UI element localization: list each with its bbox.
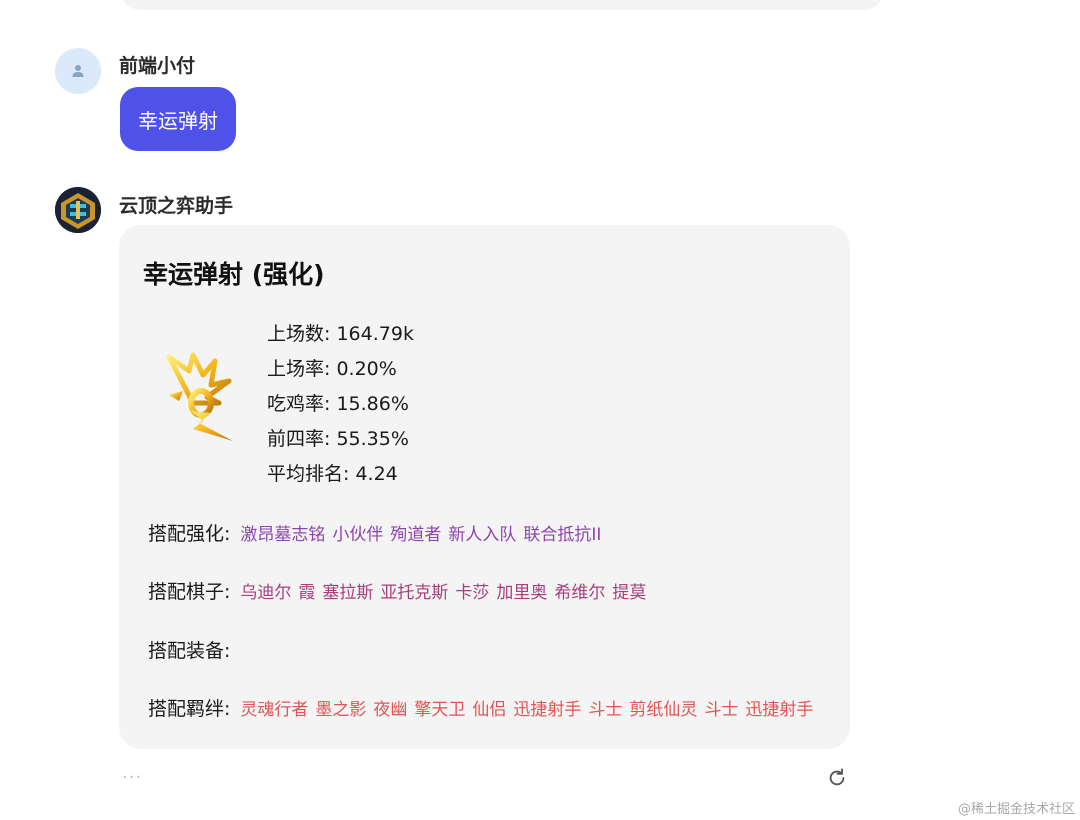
champion-link[interactable]: 亚托克斯: [380, 578, 448, 603]
augment-link[interactable]: 联合抵抗II: [523, 520, 601, 545]
trait-link[interactable]: 斗士: [704, 695, 738, 720]
user-avatar: [55, 48, 101, 94]
recommended-augments-row: 搭配强化: 激昂墓志铭 小伙伴 殉道者 新人入队 联合抵抗II: [148, 519, 601, 546]
recommended-champions-label: 搭配棋子:: [148, 581, 231, 603]
trait-link[interactable]: 灵魂行者: [240, 695, 308, 720]
champion-link[interactable]: 提莫: [612, 578, 646, 603]
trait-link[interactable]: 仙侣: [472, 695, 506, 720]
tft-logo-icon: [55, 187, 101, 233]
champion-link[interactable]: 卡莎: [455, 578, 489, 603]
more-options-button[interactable]: ···: [122, 767, 142, 788]
user-name: 前端小付: [119, 55, 196, 77]
stat-row: 平均排名: 4.24: [267, 463, 398, 485]
previous-message-bubble: [120, 0, 884, 10]
trait-link[interactable]: 剪纸仙灵: [629, 695, 697, 720]
trait-link[interactable]: 擎天卫: [414, 695, 465, 720]
stats-list: 上场数: 164.79k 上场率: 0.20% 吃鸡率: 15.86% 前四率:…: [267, 317, 414, 492]
trait-link[interactable]: 斗士: [588, 695, 622, 720]
recommended-items-label: 搭配装备:: [148, 640, 231, 662]
recommended-traits-row: 搭配羁绊: 灵魂行者 墨之影 夜幽 擎天卫 仙侣 迅捷射手 斗士 剪纸仙灵 斗士…: [148, 694, 813, 721]
recommended-augments-list: 激昂墓志铭 小伙伴 殉道者 新人入队 联合抵抗II: [240, 520, 601, 545]
recommended-traits-label: 搭配羁绊:: [148, 698, 231, 720]
card-title: 幸运弹射 (强化): [143, 260, 325, 289]
augment-link[interactable]: 激昂墓志铭: [240, 520, 325, 545]
bot-avatar: [55, 187, 101, 233]
stat-row: 上场率: 0.20%: [267, 358, 397, 380]
trait-link[interactable]: 夜幽: [373, 695, 407, 720]
augment-info-card: 幸运弹射 (强化) 上场数: 164.79k 上场率: 0.20% 吃鸡率: 1…: [119, 225, 850, 749]
recommended-items-row: 搭配装备:: [148, 636, 240, 663]
champion-link[interactable]: 塞拉斯: [322, 578, 373, 603]
recommended-champions-row: 搭配棋子: 乌迪尔 霞 塞拉斯 亚托克斯 卡莎 加里奥 希维尔 提莫: [148, 577, 646, 604]
stat-row: 上场数: 164.79k: [267, 323, 414, 345]
augment-link[interactable]: 小伙伴: [332, 520, 383, 545]
champion-link[interactable]: 霞: [298, 578, 315, 603]
trait-link[interactable]: 迅捷射手: [745, 695, 813, 720]
trait-link[interactable]: 迅捷射手: [513, 695, 581, 720]
recommended-augments-label: 搭配强化:: [148, 523, 231, 545]
champion-link[interactable]: 乌迪尔: [240, 578, 291, 603]
augment-link[interactable]: 殉道者: [390, 520, 441, 545]
watermark: @稀土掘金技术社区: [957, 802, 1075, 817]
recommended-traits-list: 灵魂行者 墨之影 夜幽 擎天卫 仙侣 迅捷射手 斗士 剪纸仙灵 斗士 迅捷射手: [240, 695, 813, 720]
champion-link[interactable]: 希维尔: [554, 578, 605, 603]
trait-link[interactable]: 墨之影: [315, 695, 366, 720]
user-message-bubble: 幸运弹射: [120, 87, 236, 151]
recommended-champions-list: 乌迪尔 霞 塞拉斯 亚托克斯 卡莎 加里奥 希维尔 提莫: [240, 578, 646, 603]
champion-link[interactable]: 加里奥: [496, 578, 547, 603]
augment-link[interactable]: 新人入队: [448, 520, 516, 545]
stat-row: 前四率: 55.35%: [267, 428, 409, 450]
bot-name: 云顶之弈助手: [119, 195, 234, 217]
person-icon: [72, 65, 84, 77]
lucky-ricochet-augment-icon: [166, 352, 233, 441]
refresh-icon[interactable]: [826, 767, 848, 789]
stat-row: 吃鸡率: 15.86%: [267, 393, 409, 415]
